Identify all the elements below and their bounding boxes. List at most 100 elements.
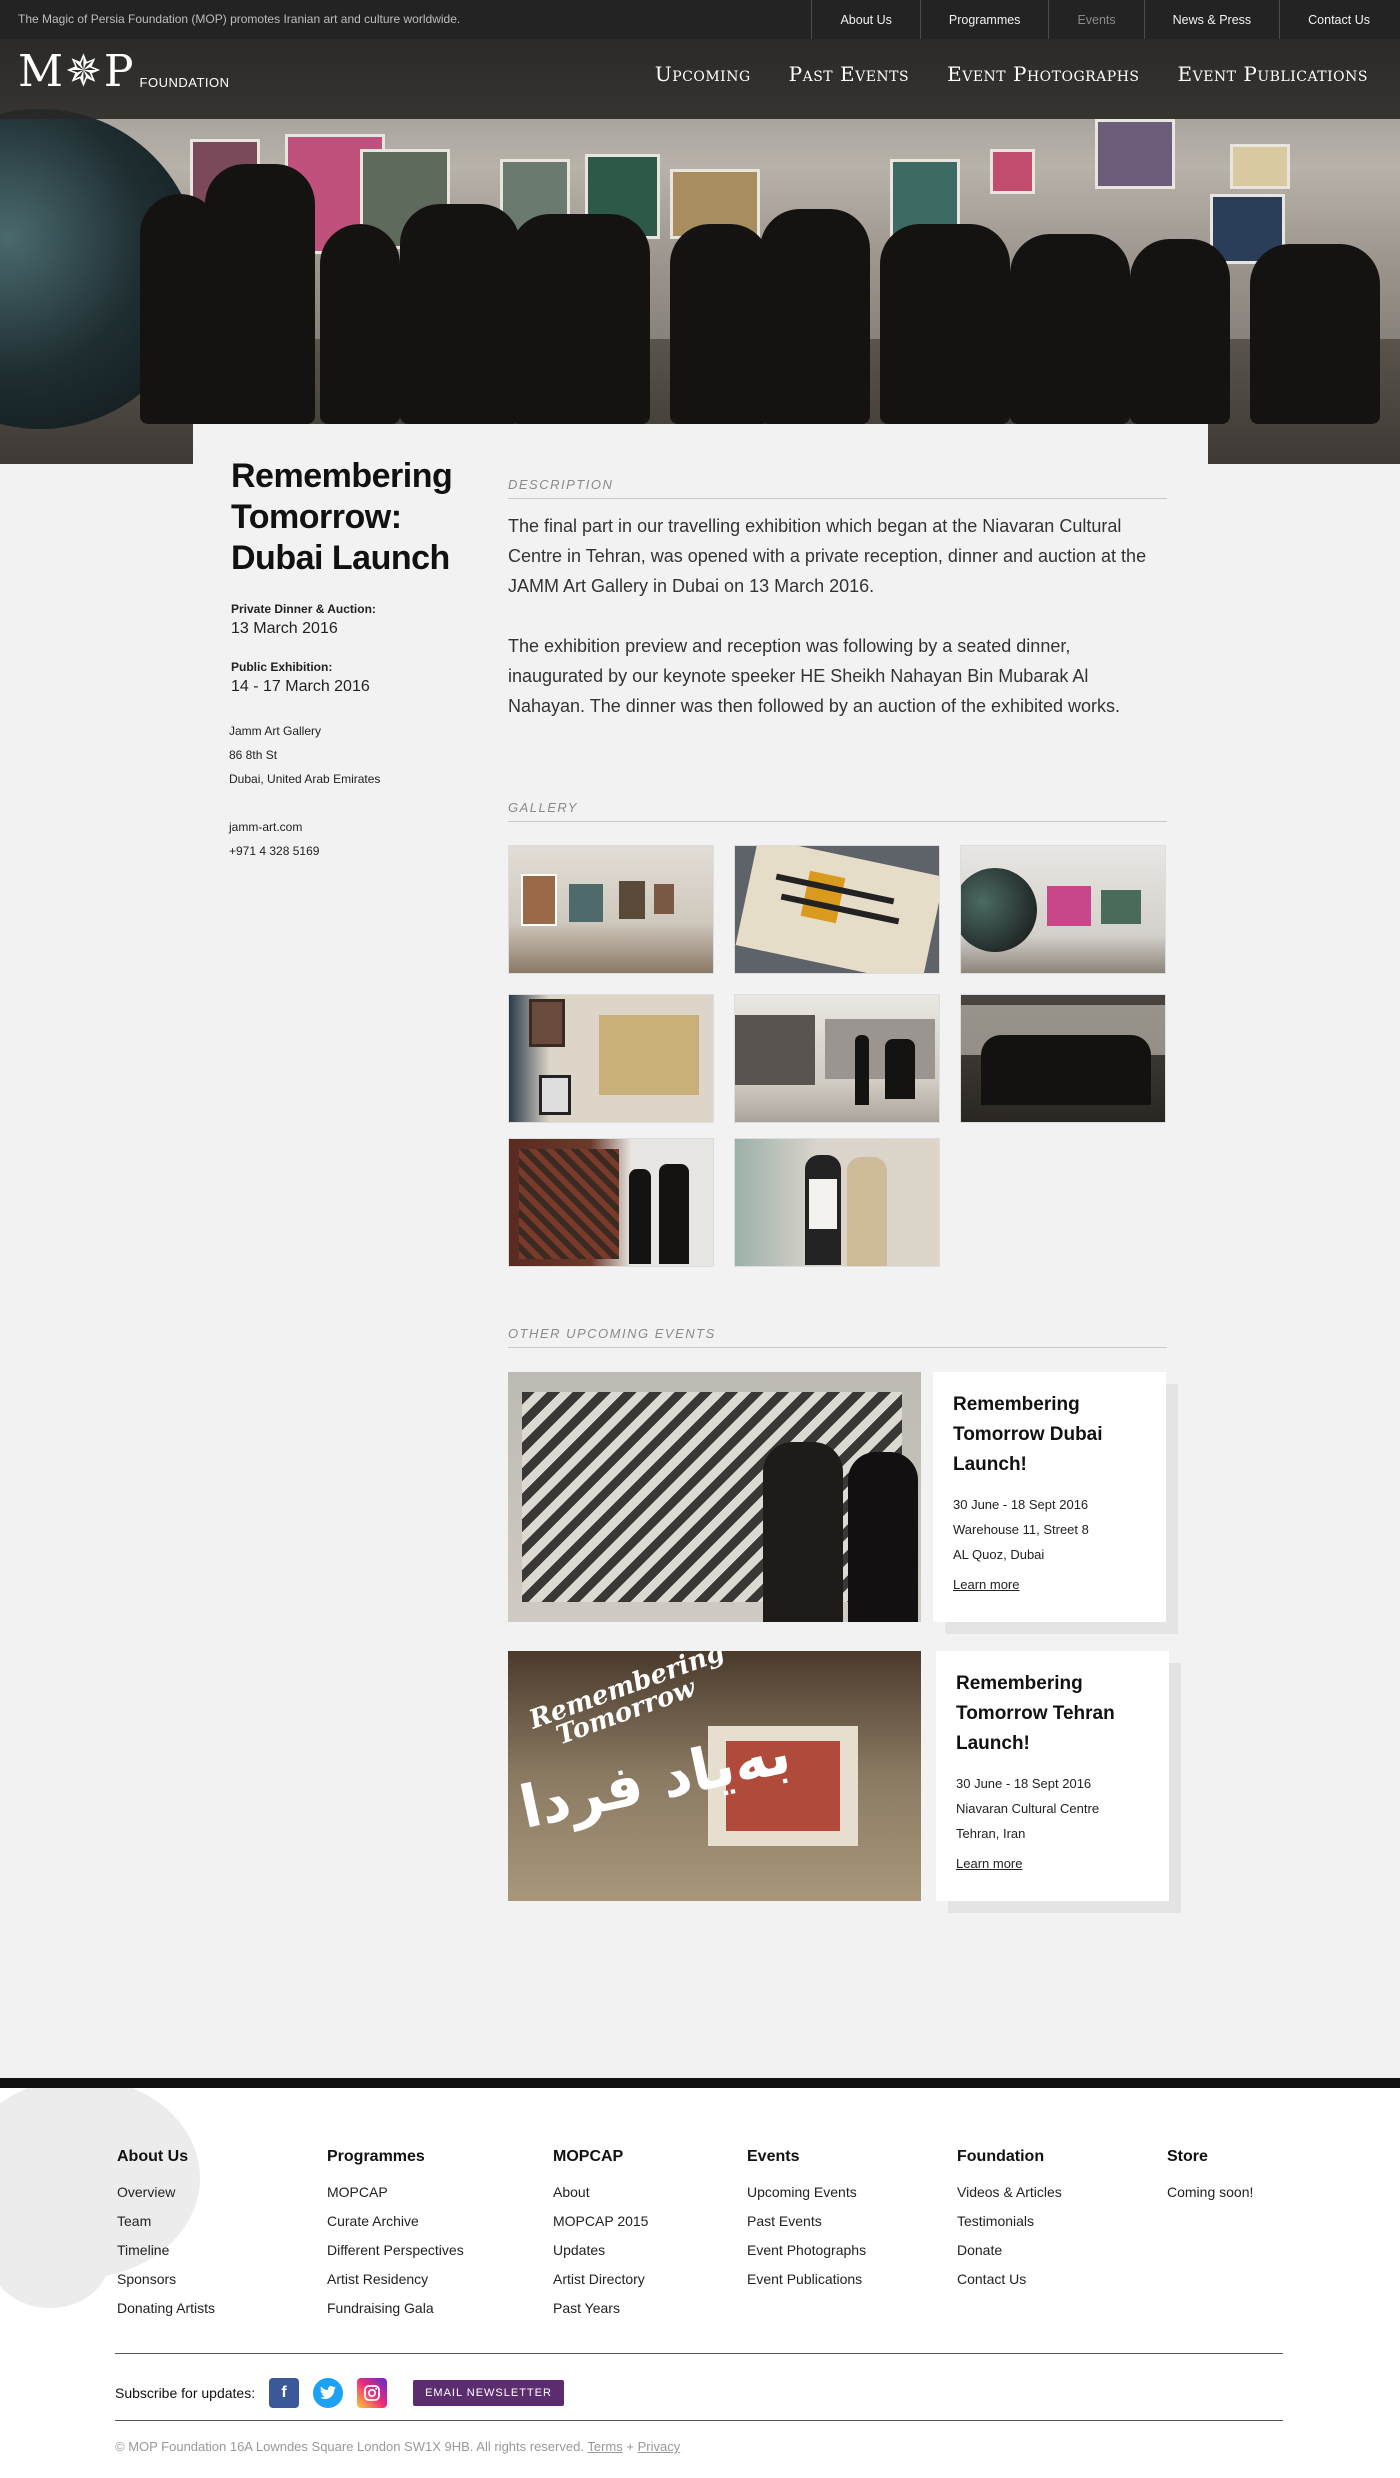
hero-artwork (1230, 144, 1290, 189)
event-dates: 30 June - 18 Sept 2016 (956, 1776, 1092, 1791)
footer-link[interactable]: Upcoming Events (747, 2178, 866, 2207)
page-title: Remembering Tomorrow: Dubai Launch (231, 457, 453, 577)
footer-link[interactable]: Overview (117, 2178, 215, 2207)
hero-crowd (760, 209, 870, 424)
logo-mark: M✵P (18, 46, 136, 97)
footer-store-note: Coming soon! (1167, 2184, 1254, 2200)
top-nav-news-press[interactable]: News & Press (1143, 0, 1280, 39)
event-image-tehran[interactable]: Remembering Tomorrow به‌یاد فردا (508, 1651, 921, 1901)
event-title: Remembering Tomorrow Tehran Launch! (956, 1673, 1115, 1754)
main-nav: Upcoming Past Events Event Photographs E… (655, 62, 1368, 86)
email-newsletter-button[interactable]: EMAIL NEWSLETTER (413, 2380, 564, 2406)
footer-link[interactable]: Team (117, 2207, 215, 2236)
gallery-thumbnail[interactable] (960, 845, 1166, 974)
facebook-icon[interactable]: f (269, 2378, 300, 2408)
gallery-heading: GALLERY (508, 800, 1167, 822)
footer-link[interactable]: About (553, 2178, 648, 2207)
footer-link[interactable]: Fundraising Gala (327, 2294, 464, 2323)
footer-column-about-us: About Us Overview Team Timeline Sponsors… (117, 2148, 215, 2323)
venue-name: Jamm Art Gallery (229, 724, 322, 738)
public-exhibition-date: 14 - 17 March 2016 (231, 678, 370, 695)
footer-link[interactable]: Past Years (553, 2294, 648, 2323)
event-address-line: AL Quoz, Dubai (953, 1547, 1045, 1562)
gallery-thumbnail[interactable] (734, 845, 940, 974)
venue-street: 86 8th St (229, 748, 278, 762)
hero-crowd (400, 204, 520, 424)
footer-decoration (0, 2208, 110, 2308)
footer-heading: Store (1167, 2148, 1208, 2165)
subscribe-label: Subscribe for updates: (115, 2385, 256, 2401)
footer-link[interactable]: Event Publications (747, 2265, 866, 2294)
site-tagline: The Magic of Persia Foundation (MOP) pro… (18, 12, 461, 26)
footer-link[interactable]: Testimonials (957, 2207, 1062, 2236)
main-nav-upcoming[interactable]: Upcoming (655, 62, 751, 86)
privacy-link[interactable]: Privacy (638, 2439, 681, 2454)
footer-heading: About Us (117, 2148, 189, 2165)
footer-link[interactable]: MOPCAP (327, 2178, 464, 2207)
footer-link[interactable]: Contact Us (957, 2265, 1062, 2294)
footer-link[interactable]: MOPCAP 2015 (553, 2207, 648, 2236)
footer-link[interactable]: Donate (957, 2236, 1062, 2265)
gallery-thumbnail[interactable] (508, 845, 714, 974)
gallery-thumbnail[interactable] (508, 1138, 714, 1267)
subscribe-bar: Subscribe for updates: f EMAIL NEWSLETTE… (115, 2378, 564, 2408)
terms-privacy-separator: + (626, 2439, 634, 2454)
learn-more-link[interactable]: Learn more (953, 1577, 1019, 1592)
footer-column-programmes: Programmes MOPCAP Curate Archive Differe… (327, 2148, 464, 2323)
footer-column-events: Events Upcoming Events Past Events Event… (747, 2148, 866, 2294)
footer-heading: Programmes (327, 2148, 425, 2165)
gallery-thumbnail[interactable] (734, 1138, 940, 1267)
gallery-thumbnail[interactable] (508, 994, 714, 1123)
top-nav-about-us[interactable]: About Us (811, 0, 919, 39)
footer-link[interactable]: Artist Residency (327, 2265, 464, 2294)
footer-link[interactable]: Curate Archive (327, 2207, 464, 2236)
venue-city: Dubai, United Arab Emirates (229, 772, 381, 786)
site-logo[interactable]: M✵P FOUNDATION (18, 50, 230, 94)
footer-column-mopcap: MOPCAP About MOPCAP 2015 Updates Artist … (553, 2148, 648, 2323)
gallery-thumbnail[interactable] (960, 994, 1166, 1123)
learn-more-link[interactable]: Learn more (956, 1856, 1022, 1871)
footer-column-foundation: Foundation Videos & Articles Testimonial… (957, 2148, 1062, 2294)
footer-link[interactable]: Sponsors (117, 2265, 215, 2294)
footer-link[interactable]: Artist Directory (553, 2265, 648, 2294)
footer-heading: Events (747, 2148, 800, 2165)
footer-link[interactable]: Donating Artists (117, 2294, 215, 2323)
hero-crowd (880, 224, 1010, 424)
footer-link[interactable]: Event Photographs (747, 2236, 866, 2265)
venue-website-link[interactable]: jamm-art.com (229, 815, 319, 839)
footer-divider-bar (0, 2078, 1400, 2088)
hero-crowd (1250, 244, 1380, 424)
footer-link[interactable]: Videos & Articles (957, 2178, 1062, 2207)
copyright-text: © MOP Foundation 16A Lowndes Square Lond… (115, 2439, 584, 2454)
footer-heading: Foundation (957, 2148, 1045, 2165)
footer-link[interactable]: Timeline (117, 2236, 215, 2265)
hero-crowd (1010, 234, 1130, 424)
dinner-label: Private Dinner & Auction: (231, 602, 376, 616)
top-bar: The Magic of Persia Foundation (MOP) pro… (0, 0, 1400, 39)
footer-link[interactable]: Updates (553, 2236, 648, 2265)
dinner-date: 13 March 2016 (231, 620, 338, 637)
gallery-thumbnail[interactable] (734, 994, 940, 1123)
top-nav-contact-us[interactable]: Contact Us (1279, 0, 1400, 39)
venue-address: Jamm Art Gallery 86 8th St Dubai, United… (229, 719, 380, 791)
twitter-icon[interactable] (313, 2378, 344, 2408)
hero-artwork (990, 149, 1035, 194)
terms-link[interactable]: Terms (587, 2439, 622, 2454)
public-exhibition-label: Public Exhibition: (231, 660, 333, 674)
event-address-line: Niavaran Cultural Centre (956, 1801, 1100, 1816)
hero-image (0, 39, 1400, 464)
footer-rule (115, 2420, 1283, 2421)
instagram-icon[interactable] (357, 2378, 388, 2408)
event-address-line: Warehouse 11, Street 8 (953, 1522, 1089, 1537)
main-nav-event-photographs[interactable]: Event Photographs (947, 62, 1139, 86)
top-nav-events[interactable]: Events (1048, 0, 1143, 39)
footer-link[interactable]: Past Events (747, 2207, 866, 2236)
main-nav-event-publications[interactable]: Event Publications (1178, 62, 1369, 86)
main-nav-past-events[interactable]: Past Events (789, 62, 909, 86)
top-nav-programmes[interactable]: Programmes (919, 0, 1049, 39)
footer-link[interactable]: Different Perspectives (327, 2236, 464, 2265)
hero-crowd (320, 224, 400, 424)
event-dates: 30 June - 18 Sept 2016 (953, 1497, 1089, 1512)
event-image-dubai[interactable] (508, 1372, 921, 1622)
venue-phone: +971 4 328 5169 (229, 844, 320, 858)
